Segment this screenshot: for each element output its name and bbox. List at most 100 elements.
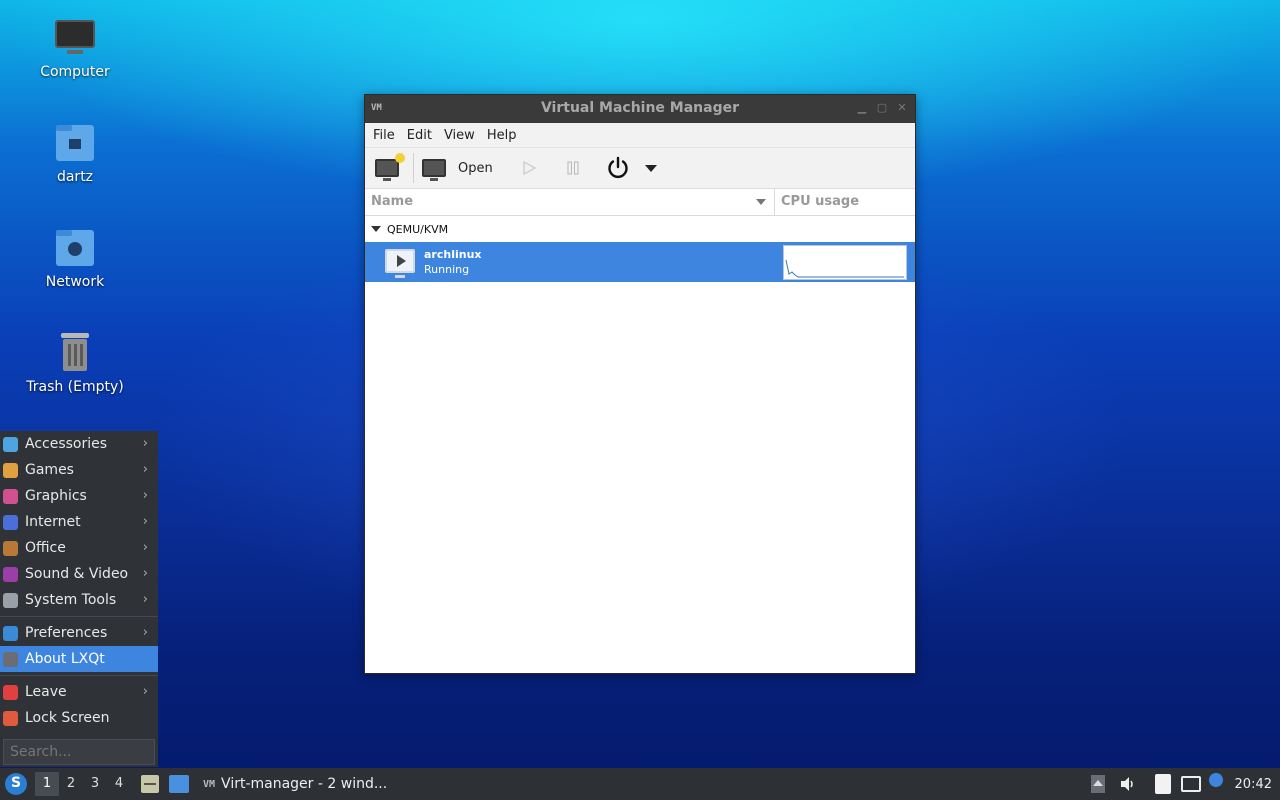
notification-icon[interactable]	[1208, 773, 1223, 787]
start-menu-item-label: Leave	[25, 684, 67, 700]
chevron-right-icon: ›	[142, 436, 148, 451]
sort-arrow-icon	[756, 199, 766, 205]
category-icon	[3, 685, 18, 700]
network-tray-icon[interactable]	[1180, 776, 1201, 792]
workspace-2[interactable]: 2	[59, 772, 83, 796]
start-menu-item-label: Preferences	[25, 625, 108, 641]
minimize-icon[interactable]: ▁	[855, 101, 869, 115]
start-menu-item-label: Office	[25, 540, 66, 556]
maximize-icon[interactable]: ▢	[875, 101, 889, 115]
category-icon	[3, 711, 18, 726]
show-desktop-icon[interactable]	[141, 775, 159, 793]
virt-manager-task-icon: VM	[203, 778, 216, 790]
start-menu-item-games[interactable]: Games ›	[0, 457, 158, 483]
menu-separator	[0, 675, 158, 676]
desktop-icon-computer[interactable]: Computer	[20, 16, 130, 80]
connection-group-row[interactable]: QEMU/KVM	[365, 216, 915, 242]
monitor-icon	[422, 159, 446, 181]
start-menu-item-leave[interactable]: Leave ›	[0, 679, 158, 705]
menu-edit[interactable]: Edit	[401, 128, 438, 143]
desktop-icon-label: Computer	[40, 64, 110, 80]
start-menu-item-label: Internet	[25, 514, 81, 530]
start-menu-item-system-tools[interactable]: System Tools ›	[0, 587, 158, 613]
network-folder-icon	[53, 226, 97, 270]
taskbar: 1 2 3 4 VM Virt-manager - 2 wind... 20:4…	[0, 768, 1280, 800]
category-icon	[3, 463, 18, 478]
cpu-usage-graph	[783, 245, 907, 280]
desktop-icon-label: dartz	[56, 169, 94, 185]
vm-row[interactable]: archlinux Running	[365, 242, 915, 282]
start-menu-item-preferences[interactable]: Preferences ›	[0, 620, 158, 646]
start-menu-item-label: Sound & Video	[25, 566, 129, 582]
connection-label: QEMU/KVM	[387, 222, 449, 236]
menubar: File Edit View Help	[365, 123, 915, 148]
chevron-right-icon: ›	[142, 566, 148, 581]
close-icon[interactable]: ✕	[895, 101, 909, 115]
open-button[interactable]: Open	[422, 153, 493, 183]
menu-separator	[0, 616, 158, 617]
column-name-header[interactable]: Name	[365, 189, 775, 215]
chevron-right-icon: ›	[142, 462, 148, 477]
desktop-icon-trash[interactable]: Trash (Empty)	[20, 331, 130, 395]
start-menu-item-lock-screen[interactable]: Lock Screen	[0, 705, 158, 731]
start-menu-item-graphics[interactable]: Graphics ›	[0, 483, 158, 509]
start-menu-item-label: Lock Screen	[25, 710, 110, 726]
clock: 20:42	[1234, 776, 1272, 792]
start-menu-item-label: Accessories	[25, 436, 108, 452]
window-title: Virtual Machine Manager	[540, 100, 740, 116]
start-menu-item-label: About LXQt	[25, 651, 105, 667]
window-titlebar[interactable]: VM Virtual Machine Manager ▁ ▢ ✕	[365, 95, 915, 123]
column-cpu-header[interactable]: CPU usage	[775, 189, 859, 215]
vm-status: Running	[424, 263, 470, 276]
chevron-right-icon: ›	[142, 684, 148, 699]
file-manager-icon[interactable]	[169, 775, 189, 793]
start-menu-button[interactable]	[5, 773, 27, 795]
system-tray: 20:42	[1090, 768, 1280, 800]
start-menu-item-office[interactable]: Office ›	[0, 535, 158, 561]
power-icon	[608, 156, 628, 179]
chevron-right-icon: ›	[142, 540, 148, 555]
shutdown-menu-button[interactable]	[644, 153, 657, 183]
taskbar-task-virt-manager[interactable]: VM Virt-manager - 2 wind...	[203, 776, 387, 792]
menu-file[interactable]: File	[367, 128, 401, 143]
desktop-icon-network[interactable]: Network	[20, 226, 130, 290]
trash-icon	[53, 331, 97, 375]
chevron-right-icon: ›	[142, 625, 148, 640]
category-icon	[3, 567, 18, 582]
category-icon	[3, 593, 18, 608]
shutdown-button[interactable]	[606, 153, 630, 183]
vm-running-icon	[385, 249, 415, 278]
desktop-icon-dartz[interactable]: dartz	[20, 121, 130, 185]
task-label: Virt-manager - 2 wind...	[221, 776, 388, 792]
run-button[interactable]	[521, 153, 537, 183]
start-menu-item-sound-video[interactable]: Sound & Video ›	[0, 561, 158, 587]
workspace-3[interactable]: 3	[83, 772, 107, 796]
category-icon	[3, 515, 18, 530]
vm-name: archlinux	[424, 248, 482, 261]
volume-icon[interactable]	[1119, 775, 1137, 793]
start-menu-item-internet[interactable]: Internet ›	[0, 509, 158, 535]
new-vm-button[interactable]	[375, 153, 405, 183]
chevron-right-icon: ›	[142, 488, 148, 503]
category-icon	[3, 652, 18, 667]
menu-help[interactable]: Help	[481, 128, 523, 143]
monitor-icon	[53, 16, 97, 60]
start-menu-item-accessories[interactable]: Accessories ›	[0, 431, 158, 457]
category-icon	[3, 541, 18, 556]
desktop-icon-label: Trash (Empty)	[26, 379, 124, 395]
search-input[interactable]	[3, 739, 155, 765]
clipboard-icon[interactable]	[1154, 774, 1171, 794]
workspace-switcher: 1 2 3 4	[35, 772, 131, 796]
category-icon	[3, 489, 18, 504]
start-menu-item-label: Graphics	[25, 488, 87, 504]
workspace-1[interactable]: 1	[35, 772, 59, 796]
pause-button[interactable]	[565, 153, 581, 183]
start-menu-item-about-lxqt[interactable]: About LXQt	[0, 646, 158, 672]
menu-view[interactable]: View	[438, 128, 481, 143]
tray-expand-icon[interactable]	[1090, 775, 1105, 793]
workspace-4[interactable]: 4	[107, 772, 131, 796]
category-icon	[3, 437, 18, 452]
new-vm-icon	[375, 153, 405, 181]
expander-icon[interactable]	[371, 226, 381, 232]
column-header: Name CPU usage	[365, 189, 915, 216]
